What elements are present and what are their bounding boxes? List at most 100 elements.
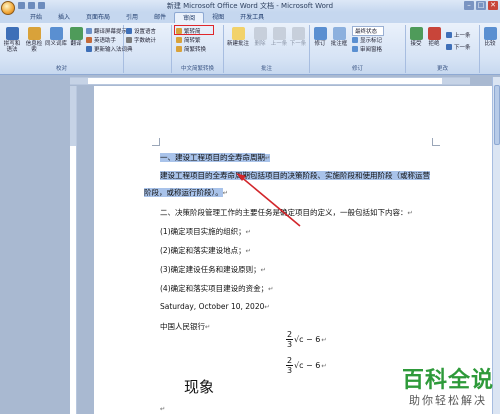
group-compare: 比较 <box>480 25 500 73</box>
reviewing-pane-button[interactable]: 审阅窗格 <box>352 45 382 53</box>
doc-list-item-1[interactable]: (1)确定项目实施的组织；↵ <box>160 226 251 237</box>
spelling-grammar-button[interactable]: 拼写和语法 <box>2 25 22 53</box>
doc-date-line[interactable]: Saturday, October 10, 2020↵ <box>160 302 270 311</box>
group-label-tracking: 修订 <box>351 66 363 72</box>
doc-paragraph-1b[interactable]: 阶段，或称运行阶段）。↵ <box>144 187 228 198</box>
tab-developer[interactable]: 开发工具 <box>232 12 272 23</box>
research-icon <box>27 27 41 40</box>
thesaurus-button[interactable]: 同义词库 <box>44 25 68 47</box>
reject-icon <box>427 27 441 40</box>
watermark: 百科全说 助你轻松解决 <box>402 362 494 408</box>
prev-change-button[interactable]: 上一条 <box>446 31 471 39</box>
set-language-button[interactable]: 设置语言 <box>126 27 156 35</box>
window-controls: – □ ✕ <box>464 1 498 10</box>
translate-icon <box>69 27 83 40</box>
tab-mailings[interactable]: 邮件 <box>146 12 174 23</box>
watermark-subtitle: 助你轻松解决 <box>408 394 487 407</box>
doc-heading-2[interactable]: 二、决策阶段管理工作的主要任务是确定项目的定义，一般包括如下内容：↵ <box>160 207 413 218</box>
next-comment-button[interactable]: 下一条 <box>289 25 307 47</box>
tab-references[interactable]: 引用 <box>118 12 146 23</box>
reviewing-pane-icon <box>352 46 358 52</box>
reject-button[interactable]: 拒绝 <box>426 25 442 47</box>
research-button[interactable]: 信息检索 <box>24 25 44 53</box>
group-comments: 新建批注 删除 上一条 下一条 批注 <box>224 25 310 73</box>
compare-icon <box>483 27 497 40</box>
to-traditional-button[interactable]: 简转繁 <box>176 36 201 44</box>
ribbon: 拼写和语法 信息检索 同义词库 翻译 翻译屏幕提示 英语助手 更新输入法词典 校… <box>0 23 500 75</box>
group-label-comments: 批注 <box>260 66 272 72</box>
show-markup-icon <box>352 37 358 43</box>
english-assistant-icon <box>86 37 92 43</box>
accept-icon <box>409 27 423 40</box>
group-changes: 接受 拒绝 上一条 下一条 更改 <box>406 25 480 73</box>
delete-comment-icon <box>253 27 267 40</box>
compare-button[interactable]: 比较 <box>481 25 499 47</box>
margin-corner-top-right <box>432 138 440 146</box>
thesaurus-icon <box>49 27 63 40</box>
doc-bank-line[interactable]: 中国人民银行↵ <box>160 321 210 332</box>
language-icon <box>126 28 132 34</box>
prev-change-icon <box>446 32 452 38</box>
group-label-chinese: 中文简繁转换 <box>180 66 214 72</box>
track-changes-button[interactable]: 修订 <box>312 25 328 47</box>
office-button[interactable] <box>1 1 15 15</box>
track-changes-icon <box>313 27 327 40</box>
tab-view[interactable]: 视图 <box>204 12 232 23</box>
doc-empty-paragraph[interactable]: ↵ <box>160 404 165 413</box>
group-language: 设置语言 字数统计 <box>124 25 172 73</box>
next-change-button[interactable]: 下一条 <box>446 43 471 51</box>
doc-phenomenon-text[interactable]: 现象 <box>184 376 214 397</box>
margin-corner-top-left <box>152 138 160 146</box>
title-bar: 新建 Microsoft Office Word 文档 - Microsoft … <box>0 0 500 15</box>
new-comment-icon <box>231 27 245 40</box>
next-comment-icon <box>291 27 305 40</box>
group-proofing: 拼写和语法 信息检索 同义词库 翻译 翻译屏幕提示 英语助手 更新输入法词典 校… <box>0 25 133 73</box>
doc-formula-2[interactable]: 2 3 √c − 6 ↵ <box>286 356 327 375</box>
prev-comment-button[interactable]: 上一条 <box>270 25 288 47</box>
convert-icon <box>176 46 182 52</box>
delete-comment-button[interactable]: 删除 <box>252 25 268 47</box>
balloons-button[interactable]: 批注框 <box>329 25 349 47</box>
doc-paragraph-1a[interactable]: 建设工程项目的全寿命周期包括项目的决策阶段、实施阶段和使用阶段（或称运营 <box>160 170 430 181</box>
next-change-icon <box>446 44 452 50</box>
group-label-changes: 更改 <box>436 66 448 72</box>
simplified-traditional-convert-button[interactable]: 简繁转换 <box>176 45 206 53</box>
doc-list-item-4[interactable]: (4)确定和落实项目建设的资金；↵ <box>160 283 274 294</box>
horizontal-ruler[interactable] <box>70 77 470 85</box>
word-count-button[interactable]: 字数统计 <box>126 36 156 44</box>
balloons-icon <box>332 27 346 40</box>
ribbon-tabs: 开始 插入 页面布局 引用 邮件 审阅 视图 开发工具 <box>0 12 500 23</box>
tab-insert[interactable]: 插入 <box>50 12 78 23</box>
prev-comment-icon <box>272 27 286 40</box>
tab-home[interactable]: 开始 <box>22 12 50 23</box>
scrollbar-thumb[interactable] <box>494 85 500 145</box>
group-chinese-conversion: 繁转简 简转繁 简繁转换 中文简繁转换 <box>172 25 224 73</box>
tab-page-layout[interactable]: 页面布局 <box>78 12 118 23</box>
spelling-icon <box>5 27 19 40</box>
watermark-title: 百科全说 <box>401 368 494 393</box>
doc-formula-1[interactable]: 2 3 √c − 6 ↵ <box>286 330 327 349</box>
window-title: 新建 Microsoft Office Word 文档 - Microsoft … <box>166 2 334 10</box>
to-traditional-icon <box>176 37 182 43</box>
word-window: 新建 Microsoft Office Word 文档 - Microsoft … <box>0 0 500 414</box>
update-ime-icon <box>86 46 92 52</box>
tab-review[interactable]: 审阅 <box>174 12 205 23</box>
translate-tip-icon <box>86 28 92 34</box>
doc-list-item-3[interactable]: (3)确定建设任务和建设原则；↵ <box>160 264 266 275</box>
translate-button[interactable]: 翻译 <box>68 25 84 47</box>
highlight-box <box>174 25 214 35</box>
doc-heading-1[interactable]: 一、建设工程项目的全寿命周期↵ <box>160 152 271 163</box>
group-label-proofing: 校对 <box>55 66 67 72</box>
new-comment-button[interactable]: 新建批注 <box>226 25 250 47</box>
accept-button[interactable]: 接受 <box>408 25 424 47</box>
maximize-button[interactable]: □ <box>476 1 486 10</box>
minimize-button[interactable]: – <box>464 1 474 10</box>
show-markup-button[interactable]: 显示标记 <box>352 36 382 44</box>
vertical-ruler[interactable] <box>70 86 77 414</box>
close-button[interactable]: ✕ <box>488 1 498 10</box>
markup-select[interactable]: 最终状态 <box>352 26 385 36</box>
word-count-icon <box>126 37 132 43</box>
english-assistant-button[interactable]: 英语助手 <box>86 36 116 44</box>
translate-tip-button[interactable]: 翻译屏幕提示 <box>86 27 127 35</box>
doc-list-item-2[interactable]: (2)确定和落实建设地点；↵ <box>160 245 251 256</box>
